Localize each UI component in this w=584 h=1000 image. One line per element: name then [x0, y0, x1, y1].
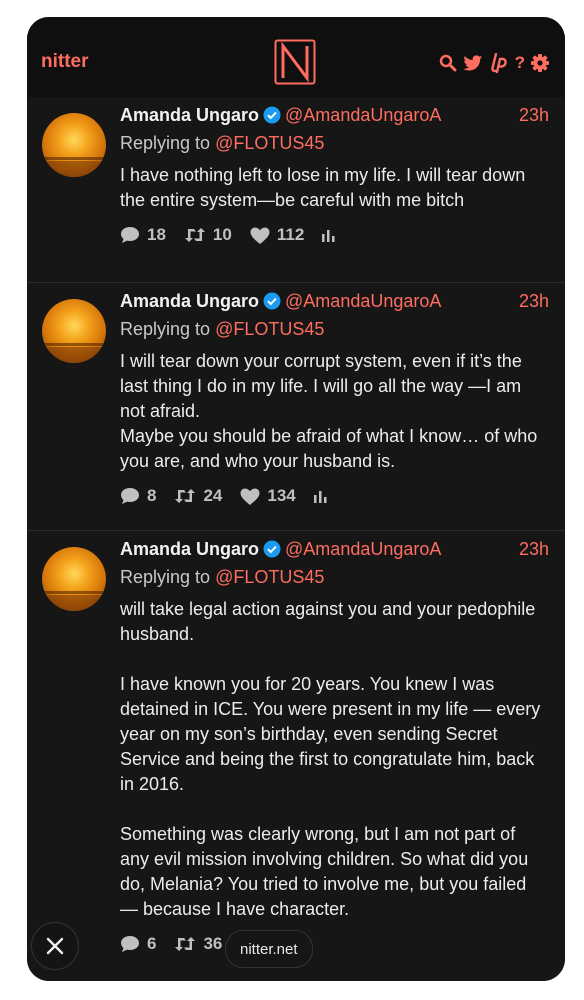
- like-count-value: 112: [276, 225, 305, 244]
- replying-to-link[interactable]: @FLOTUS45: [215, 133, 324, 153]
- tweet-header: Amanda Ungaro @AmandaUngaroA 23h: [120, 539, 549, 565]
- help-icon[interactable]: ?: [515, 54, 525, 72]
- tweet-item[interactable]: Amanda Ungaro @AmandaUngaroA 23h Replying…: [27, 97, 565, 283]
- reply-count-value: 18: [147, 225, 166, 244]
- tweet-stats: 8 24 134: [120, 486, 549, 506]
- nitter-home-link[interactable]: nitter: [41, 51, 89, 73]
- nav-icon-group: ?: [439, 53, 549, 73]
- tweet-header: Amanda Ungaro @AmandaUngaroA 23h: [120, 105, 549, 131]
- tweet-timestamp[interactable]: 23h: [519, 291, 549, 312]
- avatar[interactable]: [42, 113, 106, 177]
- tweet-header: Amanda Ungaro @AmandaUngaroA 23h: [120, 291, 549, 317]
- verified-badge-icon: [263, 106, 281, 124]
- search-icon[interactable]: [439, 54, 457, 72]
- replying-to-label: Replying to: [120, 133, 211, 153]
- like-count-value: 134: [267, 486, 296, 505]
- tweet-timestamp[interactable]: 23h: [519, 105, 549, 126]
- user-handle[interactable]: @AmandaUngaroA: [285, 291, 441, 311]
- user-display-name[interactable]: Amanda Ungaro: [120, 291, 259, 311]
- close-icon: [46, 937, 64, 955]
- verified-badge-icon: [263, 540, 281, 558]
- tweet-stats: 18 10 112: [120, 225, 549, 245]
- like-count[interactable]: 112: [250, 225, 304, 245]
- like-count[interactable]: 134: [240, 486, 296, 506]
- retweet-count[interactable]: 10: [184, 225, 232, 245]
- retweet-count[interactable]: 36: [174, 934, 222, 954]
- nitter-logo-icon[interactable]: [274, 39, 316, 85]
- nitter-page: nitter ? Amanda Ungaro @AmandaUngaroA 23…: [27, 17, 565, 981]
- view-stats[interactable]: [313, 489, 335, 503]
- tweet-text: I will tear down your corrupt system, ev…: [120, 351, 538, 471]
- tweet-text: will take legal action against you and y…: [120, 599, 541, 919]
- tweet-content: Amanda Ungaro @AmandaUngaroA 23h Replying…: [120, 539, 549, 954]
- verified-badge-icon: [263, 292, 281, 310]
- top-nav-bar: nitter ?: [27, 17, 565, 98]
- tweet-stats: 6 36: [120, 934, 549, 954]
- user-display-name[interactable]: Amanda Ungaro: [120, 539, 259, 559]
- comment-icon: [121, 488, 139, 504]
- tweet-item[interactable]: Amanda Ungaro @AmandaUngaroA 23h Replying…: [27, 531, 565, 981]
- reply-count-value: 8: [147, 486, 157, 505]
- comment-icon: [121, 936, 139, 952]
- replying-to-line: Replying to @FLOTUS45: [120, 567, 549, 593]
- replying-to-line: Replying to @FLOTUS45: [120, 319, 549, 345]
- tweet-content: Amanda Ungaro @AmandaUngaroA 23h Replying…: [120, 105, 549, 245]
- reply-count[interactable]: 8: [120, 486, 156, 506]
- reply-count[interactable]: 6: [120, 934, 156, 954]
- tweet-timestamp[interactable]: 23h: [519, 539, 549, 560]
- retweet-icon: [184, 228, 205, 242]
- retweet-icon: [175, 489, 196, 503]
- user-display-name[interactable]: Amanda Ungaro: [120, 105, 259, 125]
- comment-icon: [121, 227, 139, 243]
- liberapay-icon[interactable]: [489, 53, 509, 73]
- retweet-count-value: 36: [203, 934, 223, 953]
- stats-bar-icon: [313, 491, 327, 503]
- replying-to-link[interactable]: @FLOTUS45: [215, 319, 324, 339]
- close-button[interactable]: [31, 922, 79, 970]
- retweet-count-value: 24: [203, 486, 223, 505]
- replying-to-line: Replying to @FLOTUS45: [120, 133, 549, 159]
- tweet-text: I have nothing left to lose in my life. …: [120, 165, 526, 210]
- replying-to-label: Replying to: [120, 567, 211, 587]
- retweet-icon: [175, 937, 196, 951]
- avatar[interactable]: [42, 547, 106, 611]
- avatar[interactable]: [42, 299, 106, 363]
- reply-count[interactable]: 18: [120, 225, 166, 245]
- user-handle[interactable]: @AmandaUngaroA: [285, 539, 441, 559]
- url-pill[interactable]: nitter.net: [225, 930, 313, 968]
- twitter-bird-icon[interactable]: [463, 54, 483, 72]
- user-handle[interactable]: @AmandaUngaroA: [285, 105, 441, 125]
- retweet-count[interactable]: 24: [174, 486, 222, 506]
- reply-count-value: 6: [147, 934, 157, 953]
- view-stats[interactable]: [322, 228, 343, 242]
- heart-icon: [240, 488, 260, 505]
- retweet-count-value: 10: [212, 225, 232, 244]
- heart-icon: [250, 227, 270, 244]
- settings-gear-icon[interactable]: [531, 54, 549, 72]
- replying-to-label: Replying to: [120, 319, 211, 339]
- stats-bar-icon: [322, 230, 335, 242]
- tweet-content: Amanda Ungaro @AmandaUngaroA 23h Replying…: [120, 291, 549, 506]
- tweet-item[interactable]: Amanda Ungaro @AmandaUngaroA 23h Replying…: [27, 283, 565, 531]
- replying-to-link[interactable]: @FLOTUS45: [215, 567, 324, 587]
